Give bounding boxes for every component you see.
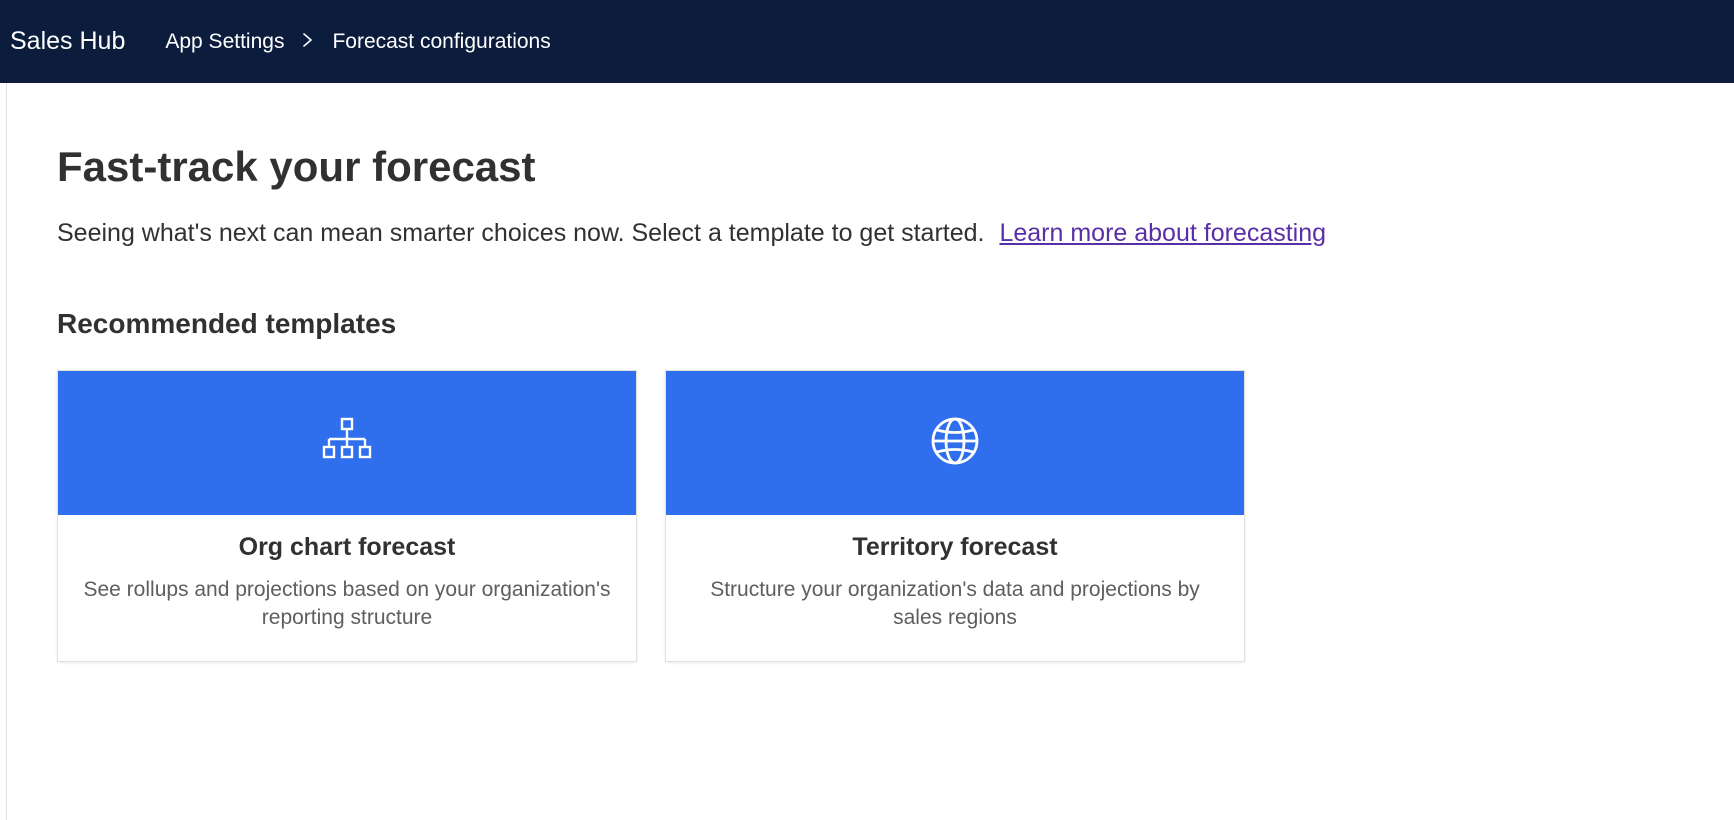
learn-more-link[interactable]: Learn more about forecasting <box>999 219 1326 247</box>
card-description: Structure your organization's data and p… <box>686 576 1224 633</box>
breadcrumb-forecast-configurations[interactable]: Forecast configurations <box>332 30 550 54</box>
card-header <box>58 371 636 515</box>
topbar: Sales Hub App Settings Forecast configur… <box>0 0 1734 83</box>
card-title: Org chart forecast <box>78 533 616 562</box>
template-cards: Org chart forecast See rollups and proje… <box>57 370 1684 662</box>
page-description-row: Seeing what's next can mean smarter choi… <box>57 219 1684 248</box>
page-description: Seeing what's next can mean smarter choi… <box>57 219 985 247</box>
section-title-recommended: Recommended templates <box>57 308 1684 340</box>
card-territory-forecast[interactable]: Territory forecast Structure your organi… <box>665 370 1245 662</box>
breadcrumb-app-settings[interactable]: App Settings <box>165 30 284 54</box>
card-header <box>666 371 1244 515</box>
page-title: Fast-track your forecast <box>57 143 1684 191</box>
chevron-right-icon <box>302 31 314 52</box>
app-title: Sales Hub <box>10 27 125 56</box>
card-body: Org chart forecast See rollups and proje… <box>58 515 636 661</box>
globe-icon <box>927 413 983 474</box>
card-title: Territory forecast <box>686 533 1224 562</box>
card-body: Territory forecast Structure your organi… <box>666 515 1244 661</box>
breadcrumb: App Settings Forecast configurations <box>165 30 550 54</box>
content-area: Fast-track your forecast Seeing what's n… <box>6 83 1734 820</box>
card-description: See rollups and projections based on you… <box>78 576 616 633</box>
card-org-chart-forecast[interactable]: Org chart forecast See rollups and proje… <box>57 370 637 662</box>
org-chart-icon <box>319 413 375 474</box>
